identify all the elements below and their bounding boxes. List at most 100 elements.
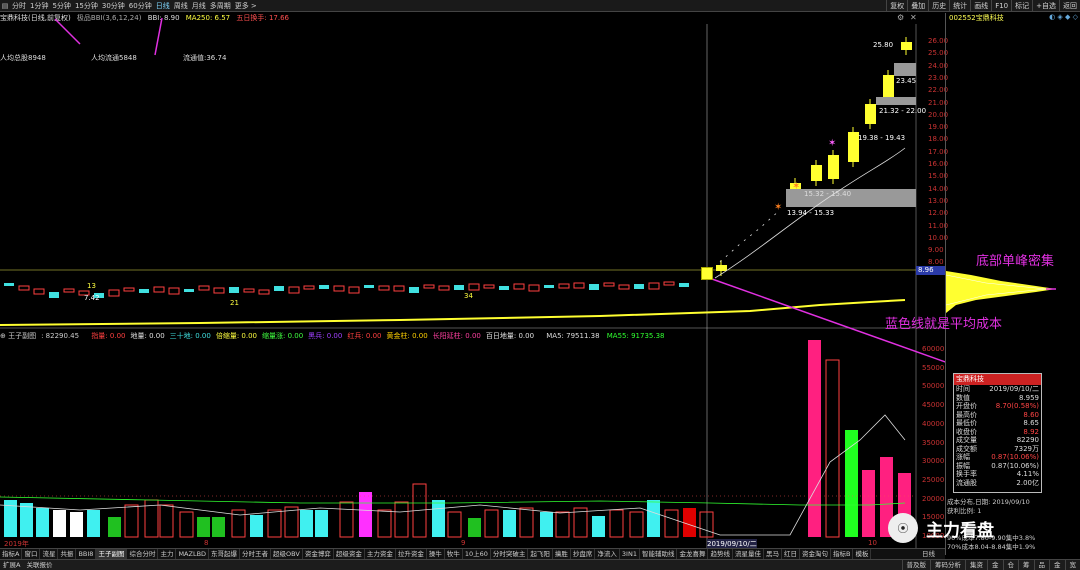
popup-key: 成交量	[956, 436, 977, 444]
volume-bar	[503, 510, 516, 537]
vol-flag: 指量: 0.00	[91, 332, 126, 340]
indicator-tab[interactable]: 综合分时	[127, 549, 159, 559]
indicator-tab[interactable]: 黑马	[764, 549, 782, 559]
candle	[108, 289, 120, 297]
indicator-tab[interactable]: 擒胜	[553, 549, 571, 559]
vol-flag: 黑兵: 0.00	[308, 332, 343, 340]
indicator-tab[interactable]: 操牛	[427, 549, 445, 559]
volume-bar	[284, 506, 299, 538]
indicator-tab[interactable]: 主力资金	[365, 549, 396, 559]
indicator-tab[interactable]: 起飞阳	[528, 549, 553, 559]
volume-tick: 35000	[922, 438, 945, 447]
add-watchlist-button[interactable]: +自选	[1032, 0, 1059, 12]
indicator-tab[interactable]: 拉升资金	[396, 549, 427, 559]
status-quote[interactable]: 关联报价	[23, 560, 55, 570]
candle	[393, 285, 405, 292]
status-item[interactable]: 金	[1049, 560, 1065, 570]
indicator-tab[interactable]: 超级OBV	[271, 549, 303, 559]
price-label-p5: 13.94 - 15.33	[787, 209, 835, 217]
volume-bar	[179, 511, 194, 538]
volume-bar	[484, 509, 499, 538]
volume-bar	[87, 510, 100, 537]
indicator-tab[interactable]: 10上60	[463, 549, 491, 559]
indicator-tab[interactable]: 窗口	[22, 549, 41, 559]
indicator-tab[interactable]: 指标A	[0, 549, 23, 559]
arrow-daily	[154, 17, 163, 56]
status-item[interactable]: 宽	[1064, 560, 1080, 570]
status-item[interactable]: 筹码分析	[930, 560, 965, 570]
candle	[883, 75, 894, 97]
status-item[interactable]: 仓	[1002, 560, 1019, 570]
cursor-marker[interactable]	[701, 267, 713, 280]
indicator-tab[interactable]: 指标B	[831, 549, 854, 559]
f10-button[interactable]: F10	[991, 0, 1011, 12]
indicator-tab[interactable]: 流星量佳	[733, 549, 764, 559]
popup-key: 数值	[956, 393, 970, 402]
back-button[interactable]: 返回	[1059, 0, 1080, 12]
indicator-tab[interactable]: 流星	[40, 549, 59, 559]
popup-title: 宝鼎科技	[954, 374, 1041, 385]
status-item[interactable]: 筹	[1018, 560, 1034, 570]
arrow-to-popup	[711, 278, 945, 363]
chip-box-top	[894, 63, 916, 76]
indicator-tab[interactable]: 金龙喜舞	[677, 549, 709, 559]
price-tick: 21.00	[928, 98, 949, 107]
indicator-tab[interactable]: 主力	[158, 549, 177, 559]
status-item[interactable]: 普及版	[901, 560, 931, 570]
candle	[589, 284, 599, 290]
chip-box-mid	[876, 97, 916, 105]
candle	[423, 284, 435, 289]
volume-tick: 40000	[922, 419, 945, 428]
popup-row: 开盘价 8.70(0.58%)	[954, 402, 1041, 411]
popup-key: 开盘价	[956, 402, 977, 410]
indicator-tab[interactable]: 牧牛	[445, 549, 463, 559]
volume-bar	[315, 510, 328, 537]
popup-key: 收盘价	[956, 427, 977, 436]
candle	[528, 284, 540, 292]
indicator-tab[interactable]: 趋势线	[708, 549, 733, 559]
candle	[499, 286, 509, 290]
candlestick-chart[interactable]	[0, 0, 945, 548]
candle	[663, 281, 675, 286]
vol-flag: 地量: 0.00	[130, 332, 165, 340]
indicator-tab[interactable]: 红日	[782, 549, 800, 559]
volume-tick: 30000	[922, 457, 945, 466]
indicator-tab[interactable]: MAZLBD	[176, 549, 210, 559]
indicator-tab[interactable]: 分时突破主	[491, 549, 529, 559]
indicator-tab[interactable]: 净流入	[595, 549, 620, 559]
indicator-tab[interactable]: 分时王者	[240, 549, 272, 559]
indicator-tab[interactable]: 模板	[853, 549, 872, 559]
candle	[243, 288, 255, 293]
price-tick: 15.00	[928, 172, 949, 181]
price-tick: 14.00	[928, 184, 949, 193]
volume-bar	[699, 511, 714, 538]
indicator-tab[interactable]: 资金博弈	[303, 549, 334, 559]
indicator-tab[interactable]: BBI8	[76, 549, 97, 559]
indicator-tab[interactable]: 3IN1	[620, 549, 640, 559]
volume-bar	[300, 510, 313, 537]
candle	[33, 288, 45, 295]
volume-bar	[197, 517, 210, 537]
status-ext[interactable]: 扩展A	[0, 560, 23, 570]
indicator-tab[interactable]: 资金淘句	[800, 549, 831, 559]
data-popup[interactable]: 宝鼎科技 时间 2019/09/10/二 数值 8.959 开盘价 8.70(0.58%)…	[953, 373, 1042, 493]
stats-button[interactable]: 统计	[949, 0, 970, 12]
mark-button[interactable]: 标记	[1011, 0, 1032, 12]
status-item[interactable]: 金	[987, 560, 1003, 570]
status-right: 普及版 筹码分析 集资金仓筹品金宽	[901, 560, 1080, 570]
indicator-tab[interactable]: 抄盘席	[571, 549, 596, 559]
indicator-tab[interactable]: 智能辅助线	[640, 549, 678, 559]
vol-flag: 缩量涨: 0.00	[262, 332, 304, 340]
indicator-tab[interactable]: 超级资金	[334, 549, 365, 559]
status-item[interactable]: 品	[1033, 560, 1050, 570]
volume-bar	[377, 509, 392, 538]
volume-bar	[825, 359, 840, 538]
volume-bar	[339, 501, 354, 538]
draw-button[interactable]: 画线	[970, 0, 991, 12]
volume-bar	[124, 504, 139, 538]
indicator-tab[interactable]: 王子副图	[96, 549, 128, 559]
indicator-tab[interactable]: 共振	[58, 549, 77, 559]
indicator-tab[interactable]: 东哥起爆	[209, 549, 241, 559]
tab-daily[interactable]: 日线	[920, 548, 945, 559]
status-item[interactable]: 集资	[965, 560, 987, 570]
